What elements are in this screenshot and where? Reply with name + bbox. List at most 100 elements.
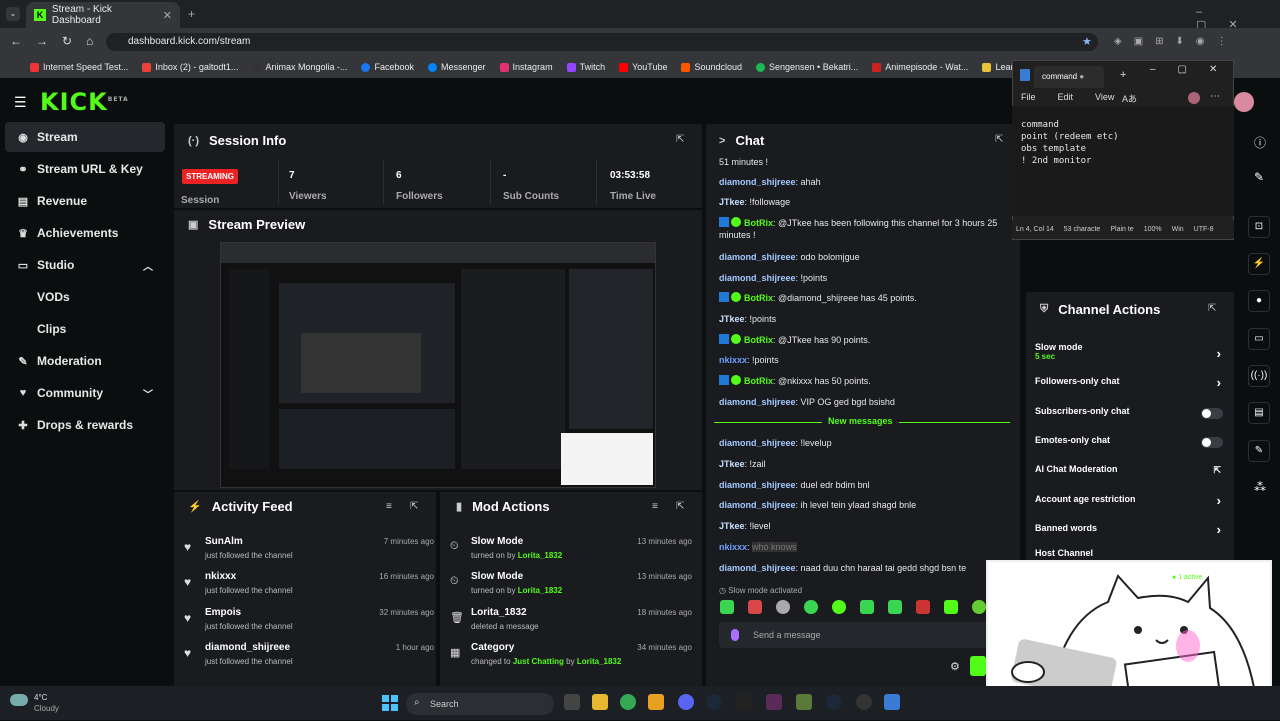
send-button[interactable]	[970, 656, 986, 676]
filter-icon[interactable]: ≡	[652, 501, 658, 512]
sidebar-item-stream-url-key[interactable]: ⚭ Stream URL & Key	[5, 154, 165, 184]
flash-icon[interactable]: ⚡	[1248, 253, 1270, 275]
edit-icon[interactable]: ✎	[1254, 170, 1264, 184]
sidebar-item-community[interactable]: ♥ Community ﹀	[5, 378, 165, 408]
chat-input[interactable]: Send a message	[719, 622, 987, 648]
dots-icon[interactable]: ⁂	[1254, 480, 1266, 494]
steam-icon[interactable]	[826, 694, 842, 710]
chevron-right-icon[interactable]: ›	[1213, 570, 1217, 585]
close-tab-icon[interactable]: ✕	[163, 9, 172, 22]
notepad-editor[interactable]: command point (redeem etc) obs template …	[1012, 106, 1234, 216]
new-tab-icon[interactable]: +	[1120, 69, 1126, 81]
popout-icon[interactable]: ⇱	[676, 501, 684, 512]
bookmark-item[interactable]: Inbox (2) - galtodt1...	[142, 62, 238, 72]
browser-tab[interactable]: K Stream - Kick Dashboard ✕	[26, 2, 180, 28]
sidebar-item-achievements[interactable]: ♛ Achievements	[5, 218, 165, 248]
bookmark-item[interactable]: Messenger	[428, 62, 486, 72]
emote-bar[interactable]	[720, 600, 1010, 616]
popout-icon[interactable]: ⇱	[676, 134, 684, 145]
minecraft-icon[interactable]	[796, 694, 812, 710]
subscribers-only-toggle[interactable]	[1201, 408, 1223, 419]
app-icon[interactable]	[648, 694, 664, 710]
sidebar-item-moderation[interactable]: ✎ Moderation	[5, 346, 165, 376]
extension-icons[interactable]: ◈▣⊞⬇◉⋮	[1114, 36, 1274, 48]
wrench-icon[interactable]: ✎	[1248, 440, 1270, 462]
bookmark-item[interactable]: YouTube	[619, 62, 667, 72]
popout-icon[interactable]: ⇱	[1208, 303, 1216, 314]
filter-icon[interactable]: ≡	[386, 501, 392, 512]
bookmark-star-icon[interactable]: ★	[1082, 35, 1092, 48]
sidebar-item-stream[interactable]: ◉ Stream	[5, 122, 165, 152]
emote-icon[interactable]	[916, 600, 930, 614]
microphone-icon[interactable]	[731, 629, 739, 641]
steam-icon[interactable]	[706, 694, 722, 710]
followers-only-row[interactable]: Followers-only chat ›	[1035, 375, 1225, 396]
bookmark-item[interactable]: Soundcloud	[681, 62, 742, 72]
notepad-icon[interactable]	[884, 694, 900, 710]
format-icon[interactable]: Aあ	[1122, 92, 1137, 105]
bookmark-item[interactable]: Animepisode - Wat...	[872, 62, 968, 72]
hamburger-menu-icon[interactable]: ☰	[14, 94, 27, 111]
subscribers-only-row[interactable]: Subscribers-only chat	[1035, 406, 1225, 426]
emote-icon[interactable]	[972, 600, 986, 614]
chrome-icon[interactable]	[620, 694, 636, 710]
info-icon[interactable]: ⓘ	[1254, 134, 1266, 151]
sidebar-item-drops-rewards[interactable]: ✚ Drops & rewards	[5, 410, 165, 440]
bookmark-item[interactable]: Sengensen • Bekatri...	[756, 62, 858, 72]
notepad-tab[interactable]: command ●	[1034, 66, 1104, 88]
broadcast-icon[interactable]: ((·))	[1248, 365, 1270, 387]
emotes-only-row[interactable]: Emotes-only chat	[1035, 435, 1225, 455]
account-age-row[interactable]: Account age restriction ›	[1035, 493, 1225, 514]
app-icon[interactable]	[766, 694, 782, 710]
ai-moderation-row[interactable]: AI Chat Moderation ⇱	[1035, 464, 1225, 484]
bookmark-item[interactable]: Animax Mongolia -...	[252, 62, 347, 72]
emote-icon[interactable]	[748, 600, 762, 614]
address-bar[interactable]: dashboard.kick.com/stream	[106, 33, 1098, 51]
menu-file[interactable]: File	[1021, 92, 1036, 104]
slow-mode-row[interactable]: Slow mode 5 sec ›	[1035, 342, 1225, 368]
taskbar-search[interactable]: Search	[406, 693, 554, 715]
bookmark-item[interactable]: Internet Speed Test...	[30, 62, 128, 72]
popout-icon[interactable]: ⇱	[995, 134, 1003, 145]
chat-bubble-icon[interactable]: ▭	[1248, 328, 1270, 350]
record-icon[interactable]: ●	[1248, 290, 1270, 312]
file-explorer-icon[interactable]	[592, 694, 608, 710]
emote-icon[interactable]	[944, 600, 958, 614]
emote-icon[interactable]	[720, 600, 734, 614]
menu-view[interactable]: View	[1095, 92, 1114, 104]
sidebar-item-clips[interactable]: Clips	[5, 314, 165, 344]
emote-icon[interactable]	[776, 600, 790, 614]
nav-buttons[interactable]: ←→↻⌂	[10, 34, 107, 48]
sidebar-item-vods[interactable]: VODs	[5, 282, 165, 312]
emotes-only-toggle[interactable]	[1201, 437, 1223, 448]
new-tab-icon[interactable]: +	[188, 7, 195, 21]
windows-start-icon[interactable]	[382, 695, 398, 711]
bookmark-item[interactable]: Instagram	[499, 62, 553, 72]
profile-avatar[interactable]	[1234, 92, 1254, 112]
epic-games-icon[interactable]	[736, 694, 752, 710]
discord-icon[interactable]	[678, 694, 694, 710]
kick-logo[interactable]: KICKBETA	[40, 88, 129, 116]
bookmark-item[interactable]: Twitch	[566, 62, 605, 72]
sidebar-item-studio[interactable]: ▭ Studio ︿	[5, 250, 165, 280]
layout-icon[interactable]: ▤	[1248, 402, 1270, 424]
task-view-icon[interactable]	[564, 694, 580, 710]
more-icon[interactable]: ⋯	[1210, 91, 1220, 102]
emote-icon[interactable]	[832, 600, 846, 614]
avatar[interactable]	[1188, 92, 1200, 104]
banned-words-row[interactable]: Banned words ›	[1035, 522, 1225, 543]
emote-icon[interactable]	[888, 600, 902, 614]
bookmark-item[interactable]: Facebook	[361, 62, 414, 72]
emote-icon[interactable]	[804, 600, 818, 614]
obs-icon[interactable]	[856, 694, 872, 710]
stream-preview-video[interactable]	[220, 242, 656, 488]
window-controls[interactable]: –▢✕	[1150, 64, 1239, 75]
popout-icon[interactable]: ⇱	[410, 501, 418, 512]
emote-icon[interactable]	[860, 600, 874, 614]
sidebar-item-revenue[interactable]: ▤ Revenue	[5, 186, 165, 216]
set-goals-label[interactable]: Set goals	[1035, 573, 1075, 583]
tab-search-icon[interactable]: ⌄	[6, 7, 20, 21]
settings-gear-icon[interactable]: ⚙	[950, 660, 960, 673]
menu-edit[interactable]: Edit	[1058, 92, 1074, 104]
target-icon[interactable]: ⊡	[1248, 216, 1270, 238]
